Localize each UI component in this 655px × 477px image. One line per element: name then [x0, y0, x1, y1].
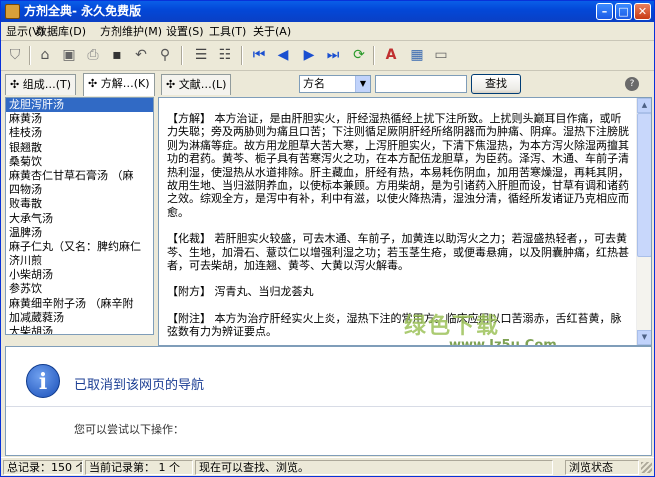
- first-record-icon[interactable]: ⏮: [249, 45, 269, 65]
- status-total: 总记录：150 个: [3, 460, 83, 475]
- scroll-thumb[interactable]: [637, 113, 651, 257]
- list-item[interactable]: 麻黄汤: [6, 112, 153, 126]
- browser-panel: i 已取消到该网页的导航 您可以尝试以下操作：: [5, 346, 652, 456]
- search-button[interactable]: 查找: [471, 74, 521, 94]
- list-item[interactable]: 麻黄杏仁甘草石膏汤 （麻: [6, 169, 153, 183]
- help-icon[interactable]: ?: [625, 77, 639, 91]
- list-item[interactable]: 桑菊饮: [6, 155, 153, 169]
- content-paragraph: 【方解】 本方治证，是由肝胆实火，肝经湿热循经上扰下注所致。上扰则头巅耳目作痛，…: [167, 112, 629, 219]
- list-item[interactable]: 小柴胡汤: [6, 268, 153, 282]
- print-icon[interactable]: ⎙: [83, 45, 103, 65]
- toolbar-separator: [241, 46, 243, 65]
- app-icon: [5, 4, 20, 19]
- content-text: 【方解】 本方治证，是由肝胆实火，肝经湿热循经上扰下注所致。上扰则头巅耳目作痛，…: [159, 98, 637, 345]
- last-record-icon[interactable]: ⏭: [323, 45, 343, 65]
- find-icon[interactable]: ⚲: [155, 45, 175, 65]
- watermark: 绿色下载: [404, 314, 501, 339]
- list-item[interactable]: 四物汤: [6, 183, 153, 197]
- title-bar[interactable]: 方剂全典- 永久免费版 – □ ✕: [1, 1, 654, 22]
- prev-record-icon[interactable]: ◀: [273, 45, 293, 65]
- pin-icon: ✣: [166, 78, 179, 91]
- toolbar-separator: [181, 46, 183, 65]
- list-item[interactable]: 济川煎: [6, 254, 153, 268]
- vertical-scrollbar[interactable]: ▲ ▼: [636, 98, 651, 345]
- menu-maintain[interactable]: 方剂维护(M): [100, 25, 162, 39]
- font-icon[interactable]: A: [381, 45, 401, 65]
- content-paragraph: 【化裁】 若肝胆实火较盛，可去木通、车前子，加黄连以助泻火之力；若湿盛热轻者，，…: [167, 232, 629, 273]
- table-icon[interactable]: ☷: [215, 45, 235, 65]
- window-title: 方剂全典- 永久免费版: [24, 4, 142, 18]
- tab-composition[interactable]: ✣ 组成…(T): [5, 74, 77, 95]
- scroll-down-icon[interactable]: ▼: [637, 330, 651, 345]
- list-item[interactable]: 大承气汤: [6, 212, 153, 226]
- list-item[interactable]: 麻黄细辛附子汤 （麻辛附: [6, 297, 153, 311]
- list-item[interactable]: 大柴胡汤: [6, 325, 153, 334]
- navigation-cancelled-message: 已取消到该网页的导航: [74, 378, 205, 393]
- toolbar: ⛉ ⌂ ▣ ⎙ ▪ ↶ ⚲ ☰ ☷ ⏮ ◀ ▶ ⏭ ⟳ A ▦ ▭: [1, 41, 654, 71]
- tab-literature[interactable]: ✣ 文献…(L): [161, 74, 232, 95]
- resize-grip[interactable]: [641, 462, 652, 473]
- undo-icon[interactable]: ↶: [131, 45, 151, 65]
- status-bar: 总记录：150 个 当前记录第： 1 个 现在可以查找、浏览。 浏览状态: [1, 457, 654, 476]
- list-item[interactable]: 温脾汤: [6, 226, 153, 240]
- search-field-select[interactable]: 方名 ▼: [299, 75, 371, 93]
- info-icon: i: [26, 364, 60, 398]
- refresh-icon[interactable]: ⟳: [349, 45, 369, 65]
- box-icon[interactable]: ▣: [59, 45, 79, 65]
- watermark-url: www.Jz5u.Com: [449, 338, 557, 346]
- list-icon[interactable]: ☰: [191, 45, 211, 65]
- menu-database[interactable]: 数据库(D): [36, 25, 86, 39]
- content-panel: 【方解】 本方治证，是由肝胆实火，肝经湿热循经上扰下注所致。上扰则头巅耳目作痛，…: [158, 97, 652, 346]
- list-item[interactable]: 参苏饮: [6, 282, 153, 296]
- content-paragraph: 【附方】 泻青丸、当归龙荟丸: [167, 285, 314, 299]
- menu-bar: 显示(V) 数据库(D) 方剂维护(M) 设置(S) 工具(T) 关于(A): [1, 22, 654, 41]
- toolbar-separator: [373, 46, 375, 65]
- tab-row: ✣ 组成…(T) ✣ 方解…(K) ✣ 文献…(L) 方名 ▼ 查找 ?: [1, 72, 654, 96]
- toolbar-separator: [29, 46, 31, 65]
- list-item[interactable]: 麻子仁丸（又名：脾约麻仁: [6, 240, 153, 254]
- status-browse: 浏览状态: [565, 460, 639, 475]
- picture-icon[interactable]: ▦: [407, 45, 427, 65]
- window-icon[interactable]: ▭: [431, 45, 451, 65]
- pin-icon: ✣: [88, 77, 101, 90]
- save-icon[interactable]: ▪: [107, 45, 127, 65]
- maximize-button[interactable]: □: [615, 3, 632, 20]
- prescription-list[interactable]: 龙胆泻肝汤 麻黄汤 桂枝汤 银翘散 桑菊饮 麻黄杏仁甘草石膏汤 （麻 四物汤 败毒散 大承气汤温…: [5, 97, 154, 335]
- list-item[interactable]: 龙胆泻肝汤: [6, 98, 153, 113]
- close-button[interactable]: ✕: [634, 3, 651, 20]
- shield-icon[interactable]: ⛉: [5, 45, 25, 65]
- menu-settings[interactable]: 设置(S): [166, 25, 204, 39]
- scroll-up-icon[interactable]: ▲: [637, 98, 651, 113]
- list-item[interactable]: 败毒散: [6, 197, 153, 211]
- menu-tools[interactable]: 工具(T): [209, 25, 246, 39]
- app-window: 方剂全典- 永久免费版 – □ ✕ 显示(V) 数据库(D) 方剂维护(M) 设…: [0, 0, 655, 477]
- content-paragraph: 【附注】 本方为治疗肝经实火上炎，湿热下注的常用方。临床应用以口苦溺赤，舌红苔黄…: [167, 311, 622, 339]
- chevron-down-icon: ▼: [355, 76, 370, 92]
- navigation-hint: 您可以尝试以下操作：: [74, 423, 184, 436]
- next-record-icon[interactable]: ▶: [299, 45, 319, 65]
- list-item[interactable]: 加减葳蕤汤: [6, 311, 153, 325]
- tab-explanation[interactable]: ✣ 方解…(K): [83, 73, 155, 96]
- list-item[interactable]: 银翘散: [6, 141, 153, 155]
- menu-about[interactable]: 关于(A): [253, 25, 291, 39]
- status-state: 现在可以查找、浏览。: [195, 460, 553, 475]
- open-icon[interactable]: ⌂: [35, 45, 55, 65]
- status-current: 当前记录第： 1 个: [85, 460, 193, 475]
- list-item[interactable]: 桂枝汤: [6, 126, 153, 140]
- minimize-button[interactable]: –: [596, 3, 613, 20]
- pin-icon: ✣: [10, 78, 23, 91]
- search-input[interactable]: [375, 75, 467, 93]
